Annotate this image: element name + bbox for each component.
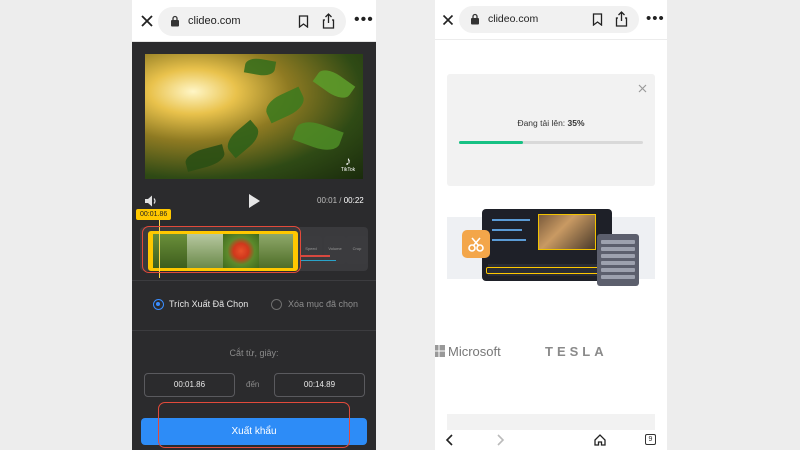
upload-status-text: Đang tải lên: 35% bbox=[517, 118, 585, 128]
volume-icon[interactable] bbox=[144, 194, 158, 208]
scissors-icon bbox=[462, 230, 490, 258]
share-icon[interactable] bbox=[615, 11, 628, 27]
divider bbox=[132, 280, 376, 281]
audio-wave-blue bbox=[300, 260, 336, 261]
close-icon[interactable] bbox=[638, 84, 647, 93]
audio-wave-red bbox=[300, 255, 330, 257]
more-icon[interactable]: ••• bbox=[646, 11, 665, 26]
browser-toolbar: clideo.com ••• bbox=[435, 0, 667, 40]
editor-illustration bbox=[482, 209, 612, 281]
browser-toolbar: clideo.com ••• bbox=[132, 0, 376, 42]
divider bbox=[132, 330, 376, 331]
upload-progress-bar bbox=[459, 141, 643, 144]
video-preview[interactable]: ♪ TikTok bbox=[145, 54, 363, 179]
microsoft-logo bbox=[435, 345, 445, 357]
share-icon[interactable] bbox=[322, 13, 335, 29]
address-bar[interactable]: clideo.com bbox=[459, 6, 639, 33]
brand-tesla: TESLA bbox=[545, 344, 608, 359]
home-icon[interactable] bbox=[593, 433, 607, 447]
back-icon[interactable] bbox=[443, 433, 457, 447]
illustration-menu bbox=[597, 234, 639, 286]
end-time-field[interactable]: 00:14.89 bbox=[274, 373, 365, 397]
highlight-box-timeline bbox=[142, 226, 301, 273]
left-phone-screen: clideo.com ••• ♪ TikTok 00:01 / 00:22 00… bbox=[132, 0, 376, 450]
right-phone-screen: clideo.com ••• Đang tải lên: 35% Microso… bbox=[435, 0, 667, 450]
tabs-icon[interactable]: 9 bbox=[645, 434, 656, 445]
brand-microsoft: Microsoft bbox=[448, 344, 501, 359]
radio-delete-selected[interactable] bbox=[271, 299, 282, 310]
start-time-field[interactable]: 00:01.86 bbox=[144, 373, 235, 397]
to-label: đến bbox=[246, 380, 260, 389]
option-label-delete[interactable]: Xóa mục đã chọn bbox=[288, 299, 358, 309]
browser-nav-bar bbox=[435, 430, 667, 450]
url-text: clideo.com bbox=[488, 13, 539, 25]
tiktok-watermark: ♪ TikTok bbox=[340, 154, 356, 173]
play-icon[interactable] bbox=[247, 193, 261, 209]
cut-range-label: Cắt từ, giây: bbox=[229, 348, 279, 358]
highlight-box-export bbox=[158, 402, 350, 448]
background-gap bbox=[375, 0, 435, 450]
playhead-time-label: 00:01.86 bbox=[136, 209, 172, 220]
time-display: 00:01 / 00:22 bbox=[317, 196, 364, 205]
more-icon[interactable]: ••• bbox=[354, 12, 374, 28]
address-bar[interactable]: clideo.com bbox=[158, 7, 346, 36]
lock-icon bbox=[171, 15, 179, 27]
upload-progress-fill bbox=[459, 141, 524, 144]
close-icon[interactable] bbox=[442, 14, 454, 26]
close-icon[interactable] bbox=[140, 14, 154, 28]
url-text: clideo.com bbox=[188, 15, 241, 27]
option-label-extract[interactable]: Trích Xuất Đã Chọn bbox=[169, 299, 248, 309]
trim-mode-options: Trích Xuất Đã Chọn Xóa mục đã chọn bbox=[132, 296, 376, 314]
forward-icon[interactable] bbox=[493, 433, 507, 447]
bookmark-icon[interactable] bbox=[298, 15, 309, 28]
radio-extract-selected[interactable] bbox=[153, 299, 164, 310]
timeline-tool-crop[interactable]: Crop bbox=[346, 236, 368, 264]
lock-icon bbox=[471, 13, 479, 25]
upload-progress-card: Đang tải lên: 35% bbox=[447, 74, 655, 186]
bookmark-icon[interactable] bbox=[592, 13, 603, 26]
